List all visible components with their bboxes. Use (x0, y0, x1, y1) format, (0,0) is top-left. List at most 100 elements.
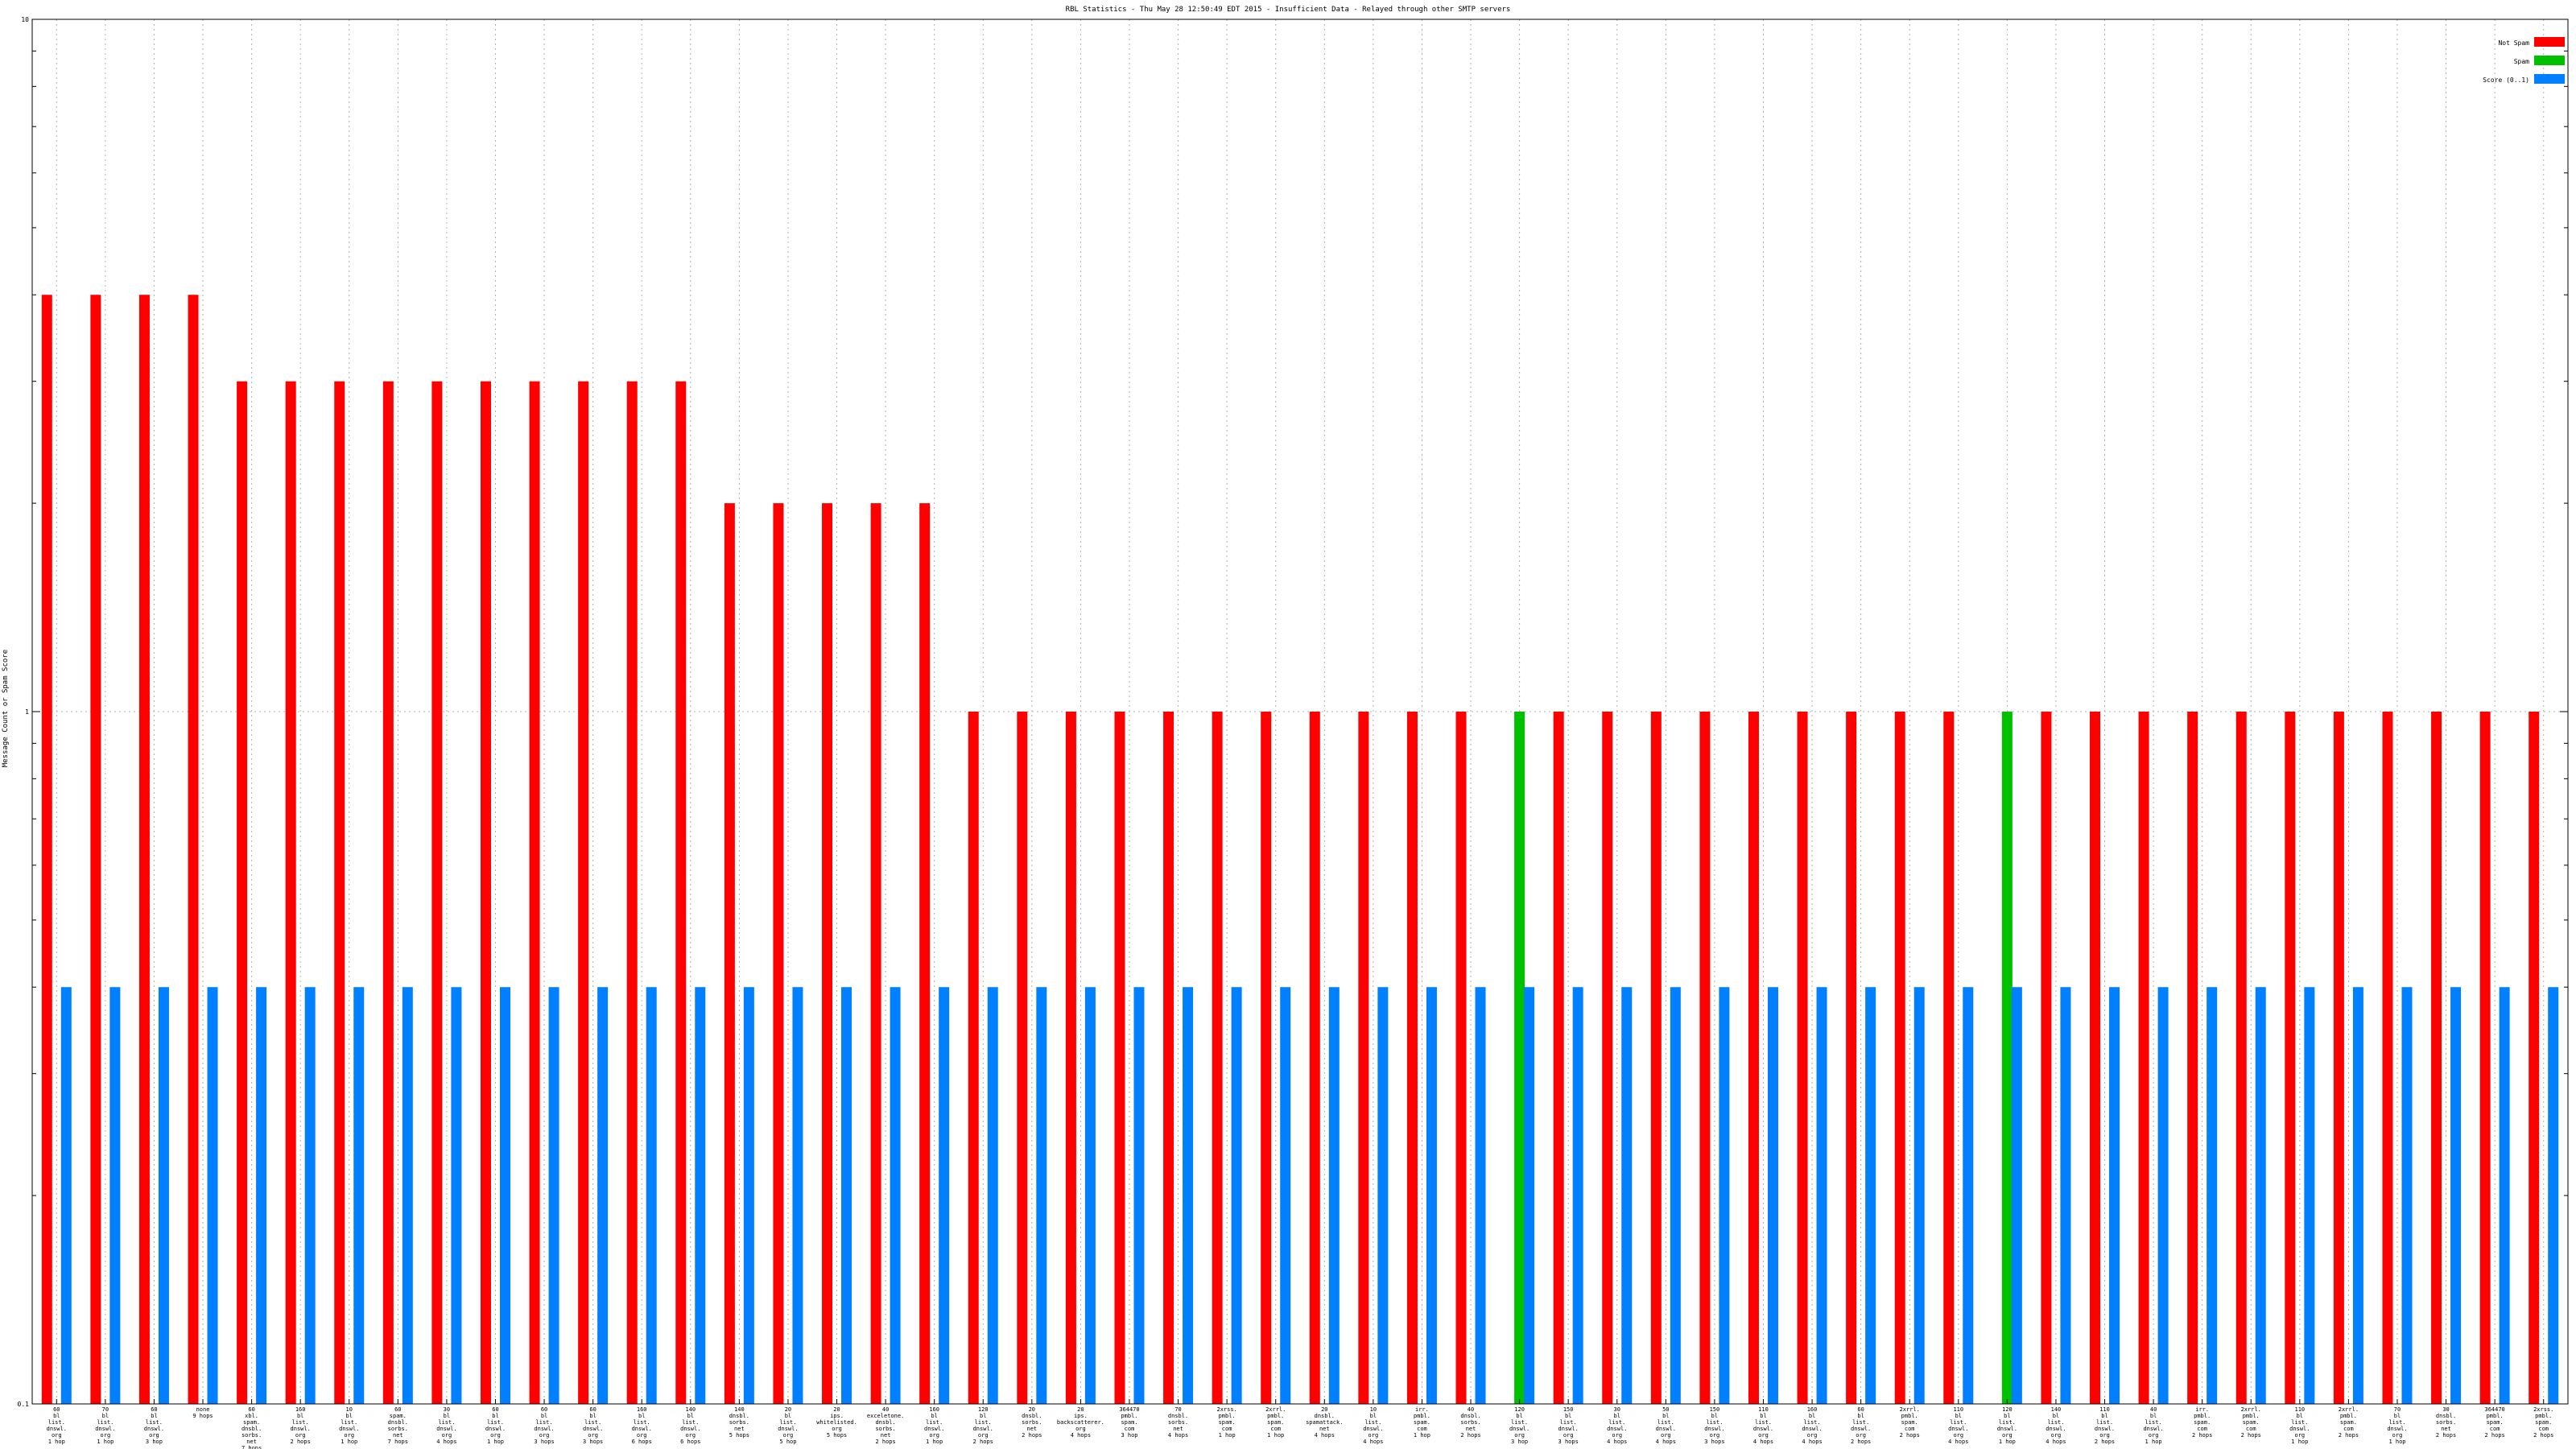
bars-layer (41, 295, 2559, 1404)
x-tick-label-line: 2 hops (2095, 1439, 2115, 1445)
x-tick-label-line: dnswl. (1363, 1426, 1383, 1432)
x-tick-label-line: 10 (1370, 1406, 1377, 1413)
x-tick-label-line: list. (584, 1419, 601, 1426)
x-tick-label-line: 60 (151, 1406, 157, 1413)
x-tick-label-line: org (929, 1432, 939, 1439)
bar-not-spam (724, 503, 735, 1404)
x-tick-label-line: dnswl. (778, 1426, 798, 1432)
x-tick-label-line: 4 hops (1168, 1432, 1188, 1439)
x-tick-label: 60 bl list. dnswl. org 3 hop (144, 1406, 164, 1445)
chart-title: RBL Statistics - Thu May 28 12:50:49 EDT… (1066, 6, 1511, 14)
bar-not-spam (480, 381, 491, 1404)
x-tick-label-line: ips. (1074, 1413, 1088, 1419)
x-tick-label-line: com (2490, 1426, 2500, 1432)
x-tick-label-line: list. (2291, 1419, 2308, 1426)
bar-not-spam (626, 381, 638, 1404)
x-tick-label-line: 9 hops (192, 1413, 213, 1419)
x-tick-label-line: 30 (1614, 1406, 1620, 1413)
x-tick-label-line: org (832, 1426, 842, 1432)
x-tick-label-line: pmbl. (2194, 1413, 2211, 1419)
x-tick-label-line: org (2392, 1432, 2403, 1439)
x-tick-label-line: 6 hops (680, 1439, 700, 1445)
x-tick-label-line: net (1173, 1426, 1183, 1432)
bar-not-spam (90, 295, 101, 1404)
bar-score-0-1 (890, 987, 901, 1404)
y-axis-label: Message Count or Spam Score (2, 650, 10, 767)
x-tick-label: 2xrss. pmbl. spam. com 2 hops (2533, 1406, 2553, 1439)
bar-not-spam (773, 503, 784, 1404)
bar-score-0-1 (939, 987, 950, 1404)
bar-not-spam (2041, 712, 2052, 1404)
x-tick-label-line: list. (1950, 1419, 1967, 1426)
bar-score-0-1 (695, 987, 706, 1404)
x-tick-label-line: dnswl. (436, 1426, 456, 1432)
x-tick-label-line: 160 (1807, 1406, 1818, 1413)
x-tick-label-line: 1 hop (1219, 1432, 1236, 1439)
bar-score-0-1 (2499, 987, 2510, 1404)
bar-not-spam (822, 503, 833, 1404)
x-tick-label-line: pmbl. (2487, 1413, 2504, 1419)
x-tick-label-line: org (1710, 1432, 1720, 1439)
x-tick-label-line: spam. (1121, 1419, 1137, 1426)
x-tick-label-line: dnswl. (1802, 1426, 1822, 1432)
bar-not-spam (188, 295, 199, 1404)
x-tick-label-line: com (2246, 1426, 2256, 1432)
bar-score-0-1 (1719, 987, 1730, 1404)
bar-score-0-1 (1036, 987, 1047, 1404)
x-tick-label: 140 bl list. dnswl. org 6 hops (680, 1406, 700, 1445)
x-tick-label: 10 bl list. dnswl. org 1 hop (339, 1406, 359, 1445)
x-tick-label-line: 140 (685, 1406, 696, 1413)
x-tick-label-line: 4 hops (1802, 1439, 1822, 1445)
x-tick-label-line: 40 (2150, 1406, 2157, 1413)
x-tick-label-line: 2 hops (1900, 1432, 1920, 1439)
x-tick-label-line: org (1856, 1432, 1866, 1439)
x-tick-label-line: dnswl. (485, 1426, 506, 1432)
bar-score-0-1 (256, 987, 267, 1404)
x-tick-label-line: 2xrrl. (1265, 1406, 1286, 1413)
x-tick-label-line: 60 (541, 1406, 547, 1413)
bar-score-0-1 (743, 987, 754, 1404)
bar-not-spam (2529, 712, 2540, 1404)
x-tick-label-line: org (52, 1432, 62, 1439)
x-tick-label-line: list. (1560, 1419, 1577, 1426)
x-tick-label: 30 dnsbl. sorbs. net 2 hops (2436, 1406, 2456, 1439)
x-tick-label-line: 20 (785, 1406, 791, 1413)
x-tick-label-line: dnsbl. (2436, 1413, 2456, 1419)
x-tick-label: 160 bl list. dnswl. org 6 hops (632, 1406, 652, 1445)
x-tick-label: 160 bl list. dnswl. org 2 hops (291, 1406, 311, 1445)
x-tick-label-line: bl (1662, 1413, 1669, 1419)
bar-score-0-1 (1475, 987, 1486, 1404)
bar-score-0-1 (1084, 987, 1096, 1404)
bar-not-spam (2382, 712, 2393, 1404)
bar-score-0-1 (2060, 987, 2071, 1404)
x-tick-label-line: bl (2297, 1413, 2303, 1419)
x-tick-label: 40 bl list. dnswl. org 1 hop (2143, 1406, 2163, 1445)
bar-score-0-1 (60, 987, 72, 1404)
bar-spam (2001, 712, 2013, 1404)
x-tick-label-line: dnswl. (2387, 1426, 2407, 1432)
bar-score-0-1 (2352, 987, 2363, 1404)
x-tick-label-line: 150 (1710, 1406, 1720, 1413)
x-tick-label-line: dnswl. (47, 1426, 67, 1432)
x-tick-label: 20 bl list. dnswl. org 5 hop (778, 1406, 798, 1445)
x-tick-label-line: 1 hop (1267, 1432, 1284, 1439)
bar-score-0-1 (353, 987, 365, 1404)
x-tick-label: 30 bl list. dnswl. org 4 hops (1607, 1406, 1627, 1445)
legend-label: Not Spam (2498, 39, 2529, 47)
x-tick-label-line: org (1612, 1432, 1622, 1439)
x-tick-label-line: org (685, 1432, 696, 1439)
bar-not-spam (1846, 712, 1857, 1404)
x-tick-label-line: list. (1999, 1419, 2016, 1426)
x-tick-label-line: dnsbl. (242, 1426, 262, 1432)
x-tick-label-line: 364470 (1119, 1406, 1139, 1413)
x-tick-label-line: 70 (2394, 1406, 2401, 1413)
x-tick-label-line: bl (53, 1413, 60, 1419)
x-tick-labels: 60 bl list. dnswl. org 1 hop70 bl list. dnswl. or… (47, 1406, 2554, 1449)
x-tick-label-line: 4 hops (1753, 1439, 1773, 1445)
x-tick-label-line: sorbs. (2436, 1419, 2456, 1426)
bar-score-0-1 (1913, 987, 1925, 1404)
bar-score-0-1 (1183, 987, 1194, 1404)
x-tick-label-line: bl (1516, 1413, 1522, 1419)
legend-swatch (2534, 74, 2565, 84)
x-tick-label: 60 bl list. dnswl. org 1 hop (47, 1406, 67, 1445)
